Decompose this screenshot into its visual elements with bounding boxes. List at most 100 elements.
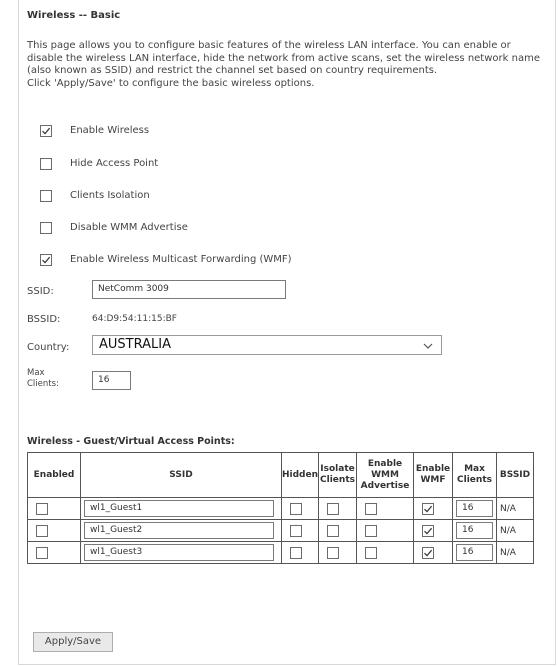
checkmark-icon bbox=[424, 505, 433, 512]
ssid-label: SSID: bbox=[27, 286, 54, 297]
disable-wmm-advertise-label: Disable WMM Advertise bbox=[70, 222, 188, 233]
guest-ssid-input[interactable]: wl1_Guest3 bbox=[84, 544, 274, 561]
header-enabled: Enabled bbox=[27, 452, 81, 498]
cell-ssid: wl1_Guest1 bbox=[80, 497, 282, 520]
cell-hidden bbox=[280, 519, 320, 542]
max-clients-input[interactable]: 16 bbox=[92, 371, 131, 390]
guest-enabled-checkbox[interactable] bbox=[36, 502, 48, 515]
guest-enabled-checkbox[interactable] bbox=[36, 546, 48, 559]
guest-bssid-value: N/A bbox=[500, 503, 516, 514]
header-ssid: SSID bbox=[80, 452, 282, 498]
hide-access-point-checkbox[interactable] bbox=[40, 158, 52, 170]
guest-wmf-checkbox[interactable] bbox=[422, 524, 435, 537]
clients-isolation-checkbox[interactable] bbox=[40, 190, 52, 202]
guest-wmf-checkbox[interactable] bbox=[422, 546, 435, 559]
cell-max: 16 bbox=[452, 519, 498, 542]
cell-isolate bbox=[318, 541, 358, 564]
country-label: Country: bbox=[27, 342, 70, 353]
guest-hidden-checkbox[interactable] bbox=[290, 524, 302, 537]
guest-isolate-checkbox[interactable] bbox=[327, 546, 340, 559]
chevron-down-icon bbox=[423, 339, 433, 357]
disable-wmm-advertise-checkbox[interactable] bbox=[40, 222, 52, 234]
header-hidden: Hidden bbox=[280, 452, 320, 498]
header-wmm-line1: Enable bbox=[367, 458, 403, 469]
guest-bssid-value: N/A bbox=[500, 547, 516, 558]
enable-wmf-label: Enable Wireless Multicast Forwarding (WM… bbox=[70, 254, 292, 265]
cell-isolate bbox=[318, 519, 358, 542]
guest-wmm-checkbox[interactable] bbox=[365, 502, 378, 515]
checkmark-icon bbox=[42, 256, 51, 264]
cell-hidden bbox=[280, 541, 320, 564]
guest-max-clients-input[interactable]: 16 bbox=[456, 500, 494, 517]
country-select[interactable]: AUSTRALIA bbox=[92, 335, 442, 355]
cell-wmf bbox=[413, 519, 454, 542]
ssid-input[interactable]: NetComm 3009 bbox=[92, 280, 286, 299]
description-instruction: Click 'Apply/Save' to configure the basi… bbox=[27, 77, 315, 89]
guest-hidden-checkbox[interactable] bbox=[290, 502, 302, 515]
cell-ssid: wl1_Guest2 bbox=[80, 519, 282, 542]
hide-access-point-label: Hide Access Point bbox=[70, 158, 159, 169]
guest-wmm-checkbox[interactable] bbox=[365, 524, 378, 537]
cell-wmm bbox=[356, 541, 415, 564]
header-wmf-line1: Enable bbox=[415, 464, 451, 474]
guest-ssid-input[interactable]: wl1_Guest1 bbox=[84, 500, 274, 517]
header-wmm-line3: Advertise bbox=[360, 480, 410, 491]
guest-table-header-row: Enabled SSID Hidden Isolate Clients Enab… bbox=[27, 452, 535, 498]
cell-wmm bbox=[356, 519, 415, 542]
table-row: wl1_Guest1 16 N/A bbox=[27, 497, 535, 520]
cell-max: 16 bbox=[452, 497, 498, 520]
checkmark-icon bbox=[424, 527, 433, 534]
apply-save-button[interactable]: Apply/Save bbox=[33, 632, 113, 652]
cell-wmm bbox=[356, 497, 415, 520]
guest-isolate-checkbox[interactable] bbox=[327, 502, 340, 515]
guest-isolate-checkbox[interactable] bbox=[327, 524, 340, 537]
guest-max-clients-input[interactable]: 16 bbox=[456, 544, 494, 561]
guest-ssid-input[interactable]: wl1_Guest2 bbox=[84, 522, 274, 539]
header-wmm-line2: WMM bbox=[371, 469, 399, 480]
guest-hidden-checkbox[interactable] bbox=[290, 546, 302, 559]
clients-isolation-label: Clients Isolation bbox=[70, 190, 150, 201]
content-frame bbox=[18, 0, 556, 665]
header-bssid: BSSID bbox=[496, 452, 535, 498]
page-title: Wireless -- Basic bbox=[27, 10, 121, 21]
max-clients-label-line1: Max bbox=[27, 368, 45, 378]
guest-ap-table: Enabled SSID Hidden Isolate Clients Enab… bbox=[27, 452, 535, 564]
header-isolate-clients: Isolate Clients bbox=[318, 452, 358, 498]
guest-wmf-checkbox[interactable] bbox=[422, 502, 435, 515]
header-max-line2: Clients bbox=[457, 475, 492, 485]
guest-enabled-checkbox[interactable] bbox=[36, 524, 48, 537]
page-description: This page allows you to configure basic … bbox=[27, 40, 549, 90]
header-max-line1: Max bbox=[464, 464, 485, 474]
guest-bssid-value: N/A bbox=[500, 525, 516, 536]
guest-section-title: Wireless - Guest/Virtual Access Points: bbox=[27, 436, 235, 447]
table-row: wl1_Guest3 16 N/A bbox=[27, 541, 535, 564]
cell-enabled bbox=[27, 497, 81, 520]
header-isolate-line1: Isolate bbox=[320, 464, 355, 474]
max-clients-label: Max Clients: bbox=[27, 368, 59, 390]
country-selected-value: AUSTRALIA bbox=[99, 337, 171, 352]
enable-wireless-checkbox[interactable] bbox=[40, 125, 52, 137]
guest-max-clients-input[interactable]: 16 bbox=[456, 522, 494, 539]
header-enable-wmm-advertise: Enable WMM Advertise bbox=[356, 452, 415, 498]
checkmark-icon bbox=[424, 549, 433, 556]
cell-max: 16 bbox=[452, 541, 498, 564]
header-max-clients: Max Clients bbox=[452, 452, 498, 498]
header-wmf-line2: WMF bbox=[420, 475, 446, 485]
cell-enabled bbox=[27, 519, 81, 542]
cell-isolate bbox=[318, 497, 358, 520]
table-row: wl1_Guest2 16 N/A bbox=[27, 519, 535, 542]
guest-wmm-checkbox[interactable] bbox=[365, 546, 378, 559]
cell-ssid: wl1_Guest3 bbox=[80, 541, 282, 564]
enable-wmf-checkbox[interactable] bbox=[40, 254, 52, 266]
cell-hidden bbox=[280, 497, 320, 520]
cell-wmf bbox=[413, 497, 454, 520]
cell-bssid: N/A bbox=[496, 497, 535, 520]
cell-bssid: N/A bbox=[496, 541, 535, 564]
cell-bssid: N/A bbox=[496, 519, 535, 542]
enable-wireless-label: Enable Wireless bbox=[70, 125, 150, 136]
bssid-label: BSSID: bbox=[27, 314, 61, 325]
bssid-value: 64:D9:54:11:15:BF bbox=[92, 314, 177, 324]
max-clients-label-line2: Clients: bbox=[27, 379, 59, 389]
header-isolate-line2: Clients bbox=[320, 475, 355, 485]
description-paragraph: This page allows you to configure basic … bbox=[27, 40, 540, 77]
